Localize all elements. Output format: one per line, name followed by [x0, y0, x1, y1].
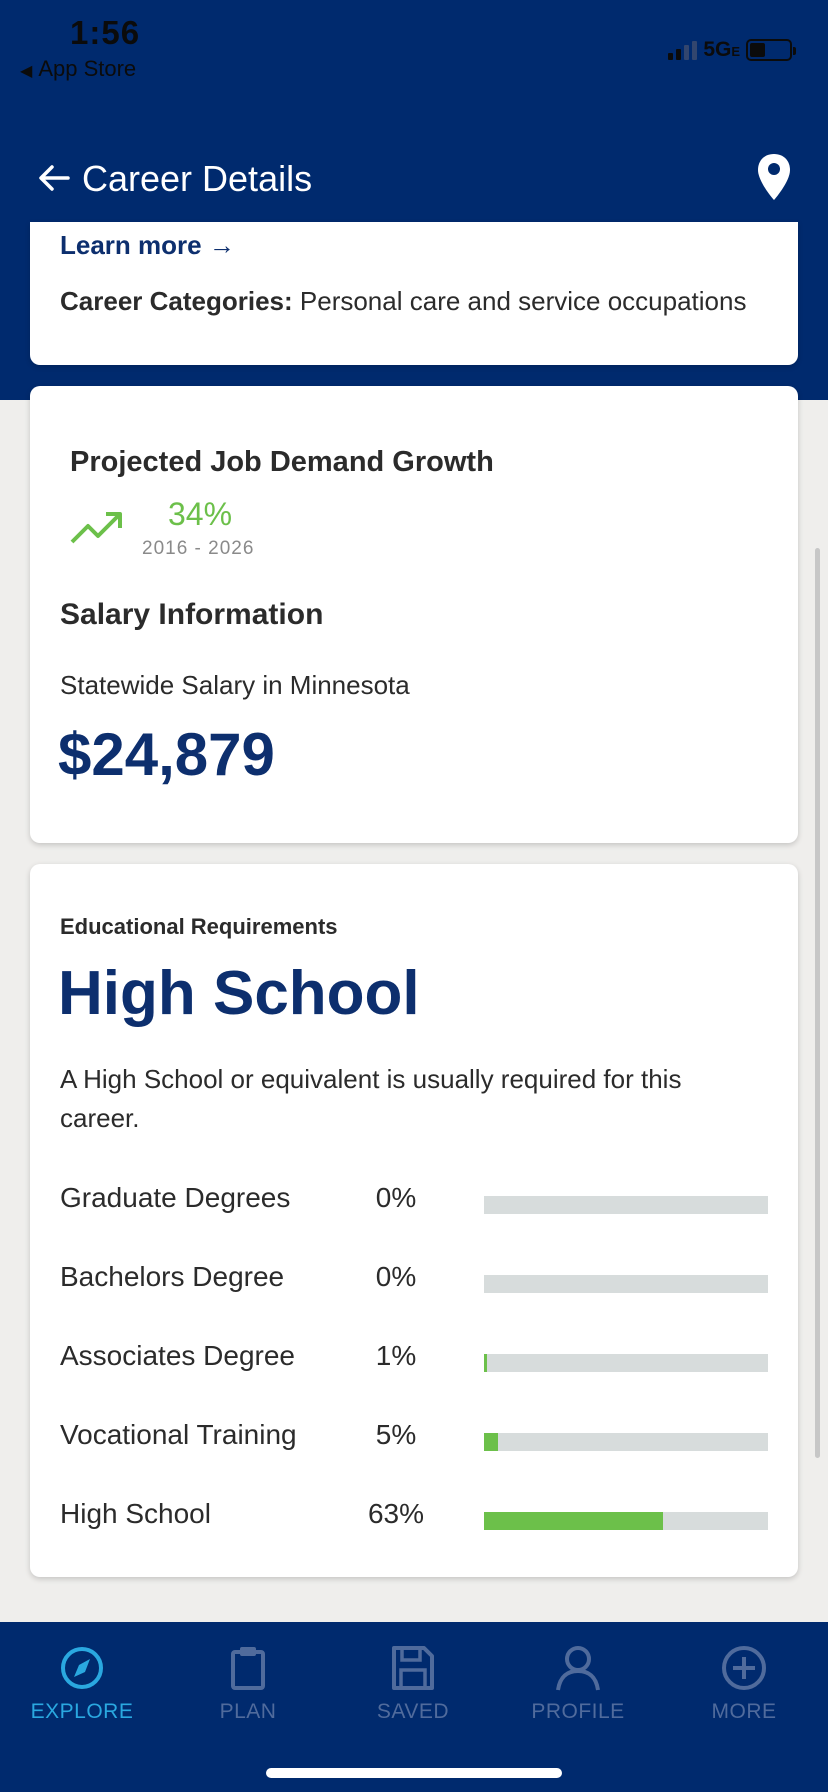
growth-years: 2016 - 2026 — [142, 538, 255, 559]
categories-label: Career Categories: — [60, 286, 293, 316]
education-progress-bar — [484, 1512, 768, 1530]
education-card: Educational Requirements High School A H… — [30, 864, 798, 1577]
education-description: A High School or equivalent is usually r… — [60, 1064, 682, 1133]
education-row: High School 63% — [60, 1494, 778, 1534]
compass-icon — [61, 1647, 103, 1689]
tab-profile-label: PROFILE — [531, 1700, 625, 1723]
education-row-label: Associates Degree — [60, 1340, 296, 1371]
person-icon — [556, 1646, 600, 1691]
battery-icon — [746, 39, 796, 61]
career-categories: Career Categories: Personal care and ser… — [60, 286, 746, 317]
bottom-tab-bar: EXPLORE PLAN SAVED PROFILE MORE — [0, 1622, 828, 1792]
tab-explore-label: EXPLORE — [30, 1700, 134, 1723]
back-app-label: App Store — [38, 56, 137, 81]
page-title: Career Details — [82, 158, 313, 199]
learn-more-link[interactable]: Learn more → — [60, 230, 235, 261]
education-progress-bar — [484, 1354, 768, 1372]
education-row-label: High School — [60, 1498, 211, 1529]
tab-more-label: MORE — [711, 1700, 777, 1723]
education-progress-bar — [484, 1275, 768, 1293]
back-triangle-icon: ◀ — [20, 63, 33, 80]
signal-icon — [668, 40, 698, 60]
education-row: Associates Degree 1% — [60, 1336, 778, 1376]
growth-percent: 34% — [168, 496, 233, 532]
home-indicator[interactable] — [266, 1768, 562, 1778]
education-label: Educational Requirements — [60, 914, 338, 939]
trending-up-icon — [70, 512, 122, 544]
scrollbar[interactable] — [815, 548, 820, 1458]
education-row: Graduate Degrees 0% — [60, 1178, 778, 1218]
education-progress-fill — [484, 1512, 663, 1530]
back-to-app-store[interactable]: ◀ App Store — [20, 56, 136, 82]
tab-plan[interactable]: PLAN — [168, 1644, 328, 1724]
salary-title: Salary Information — [60, 598, 324, 631]
status-indicators: 5GE — [668, 38, 796, 62]
education-row-label: Bachelors Degree — [60, 1261, 285, 1292]
floppy-disk-icon — [392, 1646, 434, 1690]
education-progress-fill — [484, 1354, 487, 1372]
education-progress-bar — [484, 1196, 768, 1214]
education-progress-fill — [484, 1433, 499, 1451]
salary-amount: $24,879 — [58, 721, 275, 788]
education-row-label: Vocational Training — [60, 1419, 297, 1450]
education-row: Bachelors Degree 0% — [60, 1257, 778, 1297]
tab-profile[interactable]: PROFILE — [498, 1644, 658, 1724]
categories-value: Personal care and service occupations — [299, 286, 747, 316]
back-arrow-icon[interactable] — [34, 158, 74, 198]
tab-saved-label: SAVED — [376, 1700, 450, 1723]
education-title: High School — [58, 959, 420, 1028]
status-bar: 1:56 ◀ App Store 5GE — [0, 0, 828, 100]
salary-subtitle: Statewide Salary in Minnesota — [60, 670, 410, 700]
clipboard-icon — [231, 1647, 265, 1690]
education-row-percent: 1% — [375, 1340, 417, 1371]
status-time: 1:56 — [70, 14, 141, 51]
education-progress-bar — [484, 1433, 768, 1451]
tab-explore[interactable]: EXPLORE — [2, 1644, 162, 1724]
education-row-percent: 5% — [375, 1419, 417, 1450]
tab-saved[interactable]: SAVED — [333, 1644, 493, 1724]
network-type: 5GE — [703, 38, 740, 61]
education-row-percent: 0% — [375, 1182, 417, 1213]
education-row-percent: 0% — [375, 1261, 417, 1292]
education-row-percent: 63% — [367, 1498, 425, 1529]
growth-salary-card: Projected Job Demand Growth 34% 2016 - 2… — [30, 386, 798, 843]
tab-plan-label: PLAN — [219, 1700, 277, 1723]
education-row-label: Graduate Degrees — [60, 1182, 291, 1213]
education-row: Vocational Training 5% — [60, 1415, 778, 1455]
location-pin-icon[interactable] — [756, 152, 792, 202]
career-overview-card: Learn more → Career Categories: Personal… — [30, 222, 798, 365]
tab-more[interactable]: MORE — [664, 1644, 824, 1724]
growth-title: Projected Job Demand Growth — [70, 446, 494, 478]
plus-circle-icon — [722, 1646, 766, 1690]
